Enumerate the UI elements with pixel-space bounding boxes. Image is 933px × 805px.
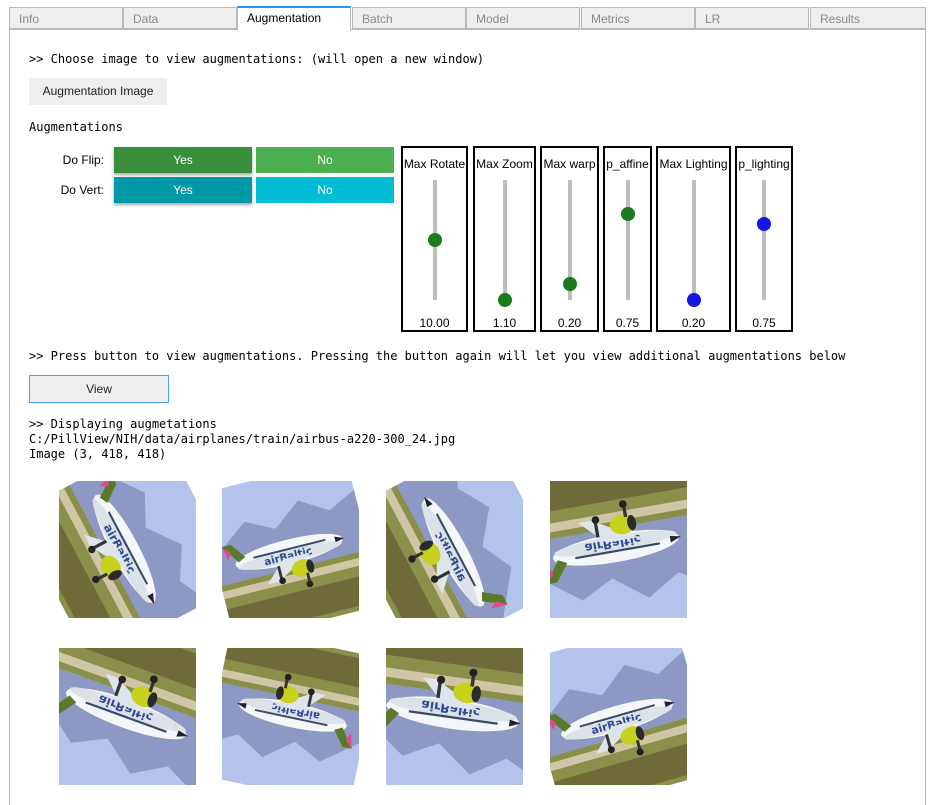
augmented-image — [222, 481, 359, 618]
max-rotate-slider[interactable]: Max Rotate 10.00 — [401, 146, 468, 332]
tab-results[interactable]: Results — [810, 7, 926, 29]
augmented-image — [59, 481, 196, 618]
slider-handle[interactable] — [562, 277, 577, 292]
p-lighting-slider[interactable]: p_lighting 0.75 — [735, 146, 793, 332]
do-vert-no-button[interactable]: No — [256, 177, 394, 203]
view-button[interactable]: View — [29, 375, 169, 403]
slider-title: p_affine — [606, 157, 649, 171]
slider-title: p_lighting — [738, 157, 790, 171]
slider-handle[interactable] — [620, 206, 635, 221]
slider-handle[interactable] — [686, 293, 701, 307]
slider-handle[interactable] — [427, 233, 442, 247]
slider-handle[interactable] — [497, 293, 512, 307]
do-flip-label: Do Flip: — [62, 153, 104, 167]
slider-title: Max Lighting — [659, 157, 728, 171]
tab-model[interactable]: Model — [466, 7, 580, 29]
augmented-image — [386, 481, 523, 618]
image-path: C:/PillView/NIH/data/airplanes/train/air… — [29, 432, 456, 446]
augmented-image — [550, 648, 687, 785]
augmentation-image-button[interactable]: Augmentation Image — [29, 78, 167, 105]
slider-track[interactable] — [691, 180, 696, 300]
max-zoom-slider[interactable]: Max Zoom 1.10 — [473, 146, 536, 332]
tab-data[interactable]: Data — [123, 7, 237, 29]
do-vert-yes-button[interactable]: Yes — [114, 177, 252, 203]
tab-bar: Info Data Augmentation Batch Model Metri… — [9, 6, 926, 31]
slider-title: Max Zoom — [476, 157, 533, 171]
augmented-image — [386, 648, 523, 785]
slider-value: 0.20 — [681, 316, 706, 330]
slider-value: 1.10 — [492, 316, 517, 330]
slider-value: 0.75 — [615, 316, 640, 330]
augmented-image — [59, 648, 196, 785]
augmented-image — [550, 481, 687, 618]
p-affine-slider[interactable]: p_affine 0.75 — [603, 146, 652, 332]
image-shape: Image (3, 418, 418) — [29, 447, 167, 461]
tab-info[interactable]: Info — [9, 7, 123, 29]
max-lighting-slider[interactable]: Max Lighting 0.20 — [656, 146, 731, 332]
max-warp-slider[interactable]: Max warp 0.20 — [540, 146, 599, 332]
slider-value: 10.00 — [419, 316, 450, 330]
slider-track[interactable] — [625, 180, 630, 300]
slider-track[interactable] — [762, 180, 766, 300]
choose-image-prompt: >> Choose image to view augmentations: (… — [29, 52, 485, 66]
slider-track[interactable] — [502, 180, 507, 300]
slider-title: Max Rotate — [403, 157, 466, 171]
slider-handle[interactable] — [757, 217, 771, 232]
slider-value: 0.20 — [557, 316, 582, 330]
do-vert-label: Do Vert: — [60, 183, 104, 197]
do-flip-no-button[interactable]: No — [256, 147, 394, 173]
press-button-prompt: >> Press button to view augmentations. P… — [29, 349, 846, 363]
augmentations-heading: Augmentations — [29, 120, 123, 134]
do-flip-yes-button[interactable]: Yes — [114, 147, 252, 173]
tab-lr[interactable]: LR — [695, 7, 809, 29]
display-heading: >> Displaying augmetations — [29, 417, 217, 431]
slider-value: 0.75 — [752, 316, 776, 330]
tab-batch[interactable]: Batch — [352, 7, 466, 29]
tab-metrics[interactable]: Metrics — [581, 7, 695, 29]
augmented-image — [222, 648, 359, 785]
slider-title: Max warp — [543, 157, 596, 171]
tab-augmentation[interactable]: Augmentation — [237, 6, 351, 31]
